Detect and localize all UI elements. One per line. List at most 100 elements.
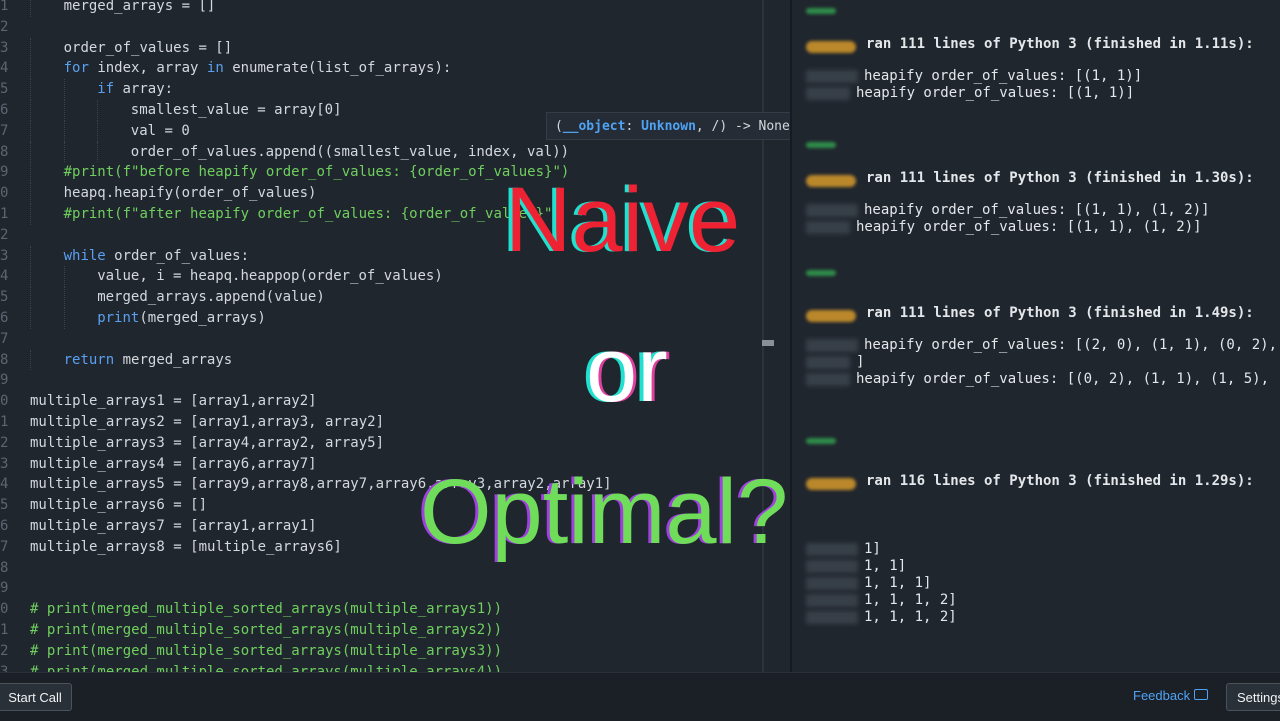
code-line[interactable]: if array:: [97, 79, 173, 100]
line-number: 3: [0, 247, 9, 264]
code-line[interactable]: print(merged_arrays): [97, 308, 266, 329]
code-line[interactable]: merged_arrays = []: [64, 0, 216, 17]
line-number: 4: [0, 476, 9, 493]
line-number: 6: [0, 310, 9, 326]
indent-guide: [30, 0, 31, 17]
code-line[interactable]: value, i = heapq.heappop(order_of_values…: [97, 266, 443, 287]
code-line[interactable]: # print(merged_multiple_sorted_arrays(mu…: [30, 641, 502, 662]
run-language-badge: [806, 310, 856, 322]
code-token: value, i = heapq.heappop(order_of_values…: [97, 268, 443, 285]
code-token: smallest_value = array[0]: [130, 102, 342, 118]
code-token: array:: [114, 81, 174, 98]
code-token: in: [206, 60, 224, 77]
console-output-line: heapify order_of_values: [(2, 0), (1, 1)…: [864, 337, 1280, 353]
code-line[interactable]: multiple_arrays8 = [multiple_arrays6]: [30, 537, 342, 558]
code-line[interactable]: multiple_arrays1 = [array1,array2]: [30, 391, 317, 412]
code-token: # print(merged_multiple_sorted_arrays(mu…: [30, 663, 503, 672]
feedback-icon[interactable]: [1194, 689, 1208, 700]
blurred-prefix: [806, 373, 850, 386]
code-line[interactable]: smallest_value = array[0]: [131, 100, 342, 121]
line-number: 6: [0, 102, 9, 118]
start-call-button[interactable]: Start Call: [0, 683, 72, 711]
console-output-line: heapify order_of_values: [(1, 1)]: [864, 68, 1143, 84]
console-output-line: 1, 1, 1, 2]: [864, 592, 957, 608]
code-line[interactable]: multiple_arrays3 = [array4,array2, array…: [30, 433, 384, 454]
code-token: for: [63, 60, 89, 77]
run-header: ran 111 lines of Python 3 (finished in 1…: [866, 170, 1254, 186]
line-number: 3: [0, 39, 9, 56]
line-number: 7: [0, 122, 9, 139]
code-line[interactable]: #print(f"before heapify order_of_values:…: [64, 162, 570, 183]
code-line[interactable]: order_of_values.append((smallest_value, …: [131, 142, 569, 163]
line-number: 8: [0, 559, 9, 576]
run-status-indicator: [806, 142, 836, 148]
line-number: 0: [0, 601, 9, 618]
tooltip-param-name: __object: [562, 119, 626, 134]
console-output-line: 1, 1, 1, 2]: [864, 609, 957, 625]
code-line[interactable]: #print(f"after heapify order_of_values: …: [64, 204, 561, 225]
run-header: ran 111 lines of Python 3 (finished in 1…: [866, 36, 1254, 52]
console-output-line: 1]: [864, 541, 881, 557]
code-token: print: [97, 310, 140, 326]
code-token: multiple_arrays4 = [array6,array7]: [30, 455, 317, 472]
blurred-prefix: [806, 594, 858, 607]
blurred-prefix: [806, 221, 850, 234]
console-output-line: heapify order_of_values: [(0, 2), (1, 1)…: [856, 371, 1280, 387]
code-line[interactable]: multiple_arrays7 = [array1,array1]: [30, 516, 317, 537]
code-token: # print(merged_multiple_sorted_arrays(mu…: [30, 642, 503, 659]
code-token: multiple_arrays7 = [array1,array1]: [30, 518, 317, 534]
code-line[interactable]: for index, array in enumerate(list_of_ar…: [64, 58, 452, 79]
code-token: enumerate(list_of_arrays):: [223, 60, 452, 77]
code-token: index, array: [88, 60, 207, 77]
code-line[interactable]: while order_of_values:: [64, 246, 249, 267]
blurred-prefix: [806, 577, 858, 590]
pane-divider[interactable]: [762, 0, 764, 672]
code-token: order_of_values.append((smallest_value, …: [130, 143, 570, 160]
code-token: order_of_values = []: [63, 39, 233, 56]
signature-tooltip: (__object: Unknown, /) -> None: [546, 112, 796, 140]
title-naive: Naive: [505, 169, 741, 271]
tooltip-pre: (: [555, 119, 563, 134]
line-number: 3: [0, 663, 9, 672]
line-number: 8: [0, 143, 9, 160]
indent-guide: [97, 100, 99, 121]
console-output-line: 1, 1]: [864, 558, 907, 574]
console-output-line: heapify order_of_values: [(1, 1)]: [856, 85, 1135, 101]
code-line[interactable]: val = 0: [131, 121, 190, 142]
code-line[interactable]: multiple_arrays6 = []: [30, 495, 207, 516]
indent-guide: [63, 141, 65, 163]
code-token: multiple_arrays8 = [multiple_arrays6]: [30, 538, 342, 555]
line-number: 6: [0, 518, 9, 534]
code-token: #print(f"after heapify order_of_values: …: [63, 206, 561, 222]
blurred-prefix: [806, 356, 850, 369]
code-line[interactable]: multiple_arrays2 = [array1,array3, array…: [30, 412, 384, 433]
tooltip-post: , /) -> None: [695, 119, 790, 134]
code-line[interactable]: order_of_values = []: [64, 38, 233, 59]
code-line[interactable]: heapq.heapify(order_of_values): [64, 183, 317, 204]
code-line[interactable]: merged_arrays.append(value): [97, 287, 325, 308]
console-output-line: heapify order_of_values: [(1, 1), (1, 2)…: [856, 219, 1202, 235]
code-editor[interactable]: 1 merged_arrays = [] 2 3 order_of_values = […: [0, 0, 790, 672]
indent-guide: [97, 141, 99, 163]
scrollbar-marker[interactable]: [762, 340, 774, 346]
code-line[interactable]: # print(merged_multiple_sorted_arrays(mu…: [30, 662, 502, 672]
line-number: 8: [0, 351, 9, 368]
tooltip-sep: :: [625, 119, 642, 134]
run-header: ran 116 lines of Python 3 (finished in 1…: [866, 473, 1254, 489]
code-token: order_of_values:: [105, 247, 250, 264]
code-line[interactable]: return merged_arrays: [64, 350, 233, 371]
line-number: 9: [0, 580, 9, 597]
code-token: #print(f"before heapify order_of_values:…: [63, 164, 570, 181]
code-line[interactable]: multiple_arrays4 = [array6,array7]: [30, 454, 317, 475]
line-number: 2: [0, 226, 9, 243]
line-number: 2: [0, 434, 9, 451]
indent-guide: [30, 100, 31, 121]
code-line[interactable]: # print(merged_multiple_sorted_arrays(mu…: [30, 620, 502, 641]
run-status-indicator: [806, 8, 836, 14]
code-token: multiple_arrays3 = [array4,array2, array…: [30, 434, 385, 451]
code-token: while: [63, 247, 106, 264]
settings-button[interactable]: Settings: [1226, 683, 1280, 711]
run-language-badge: [806, 175, 856, 187]
code-line[interactable]: # print(merged_multiple_sorted_arrays(mu…: [30, 599, 502, 620]
feedback-link[interactable]: Feedback: [1133, 688, 1190, 703]
